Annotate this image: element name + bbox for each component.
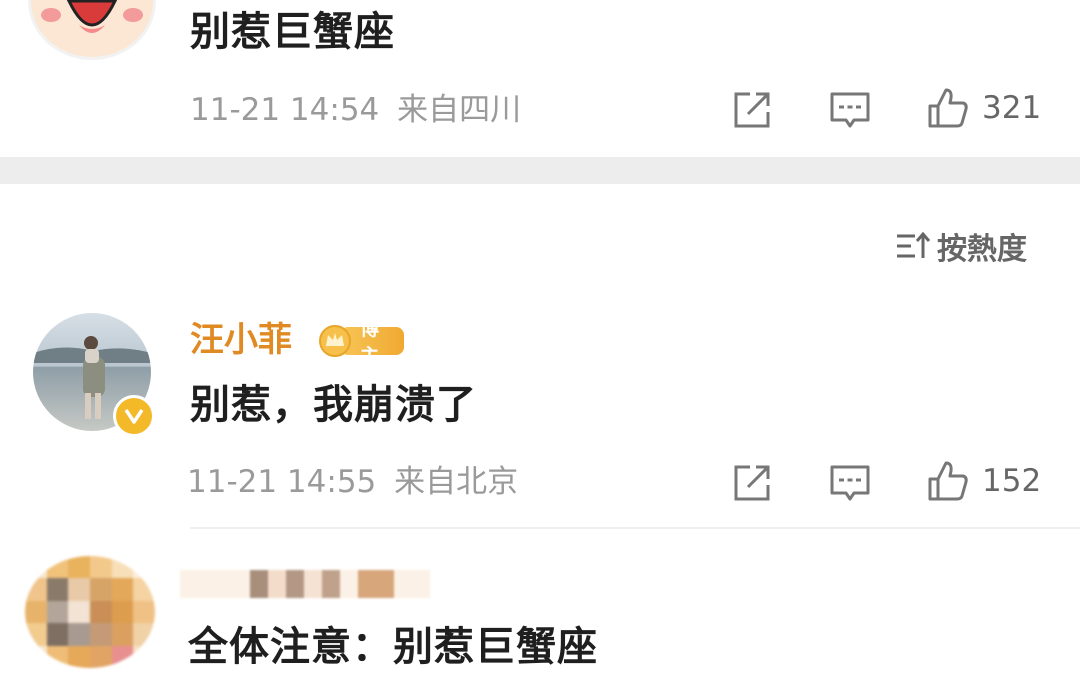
comment-divider — [190, 527, 1080, 529]
username[interactable]: 汪小菲 — [190, 323, 292, 357]
like-count: 152 — [982, 462, 1042, 499]
comment-location: 来自北京 — [394, 464, 519, 500]
sort-icon — [897, 231, 931, 258]
verified-badge — [113, 395, 155, 437]
comment-icon — [830, 92, 870, 128]
share-button[interactable] — [730, 88, 774, 136]
comment-button[interactable] — [828, 88, 872, 136]
blurred-username — [180, 570, 430, 598]
comment-text: 全体注意：别惹巨蟹座 — [188, 624, 598, 670]
avatar[interactable] — [28, 0, 156, 60]
share-button[interactable] — [730, 461, 774, 509]
smiley-avatar-icon — [41, 0, 143, 33]
blogger-badge: 博主 — [318, 318, 404, 367]
sort-label: 按熱度 — [937, 232, 1027, 267]
comment-meta: 11-21 14:54 来自四川 — [190, 95, 521, 126]
comment-meta: 11-21 14:55 来自北京 — [187, 467, 518, 498]
like-button[interactable]: 152 — [926, 459, 1041, 503]
comment-time: 11-21 14:54 — [190, 92, 380, 128]
sort-button[interactable]: 按熱度 — [895, 228, 1027, 267]
verified-icon — [124, 409, 144, 424]
like-icon — [928, 88, 968, 128]
share-icon — [734, 465, 770, 501]
comment-text: 别惹巨蟹座 — [190, 9, 395, 55]
avatar[interactable] — [25, 556, 155, 668]
share-icon — [734, 92, 770, 128]
comment-location: 来自四川 — [397, 92, 522, 128]
crown-icon — [319, 325, 351, 357]
like-icon — [928, 461, 968, 501]
comment-time: 11-21 14:55 — [187, 464, 377, 500]
comment-icon — [830, 465, 870, 501]
like-count: 321 — [982, 89, 1042, 126]
comment-text: 别惹，我崩溃了 — [190, 382, 477, 428]
section-divider — [0, 157, 1080, 184]
comment-button[interactable] — [828, 461, 872, 509]
like-button[interactable]: 321 — [926, 86, 1041, 130]
